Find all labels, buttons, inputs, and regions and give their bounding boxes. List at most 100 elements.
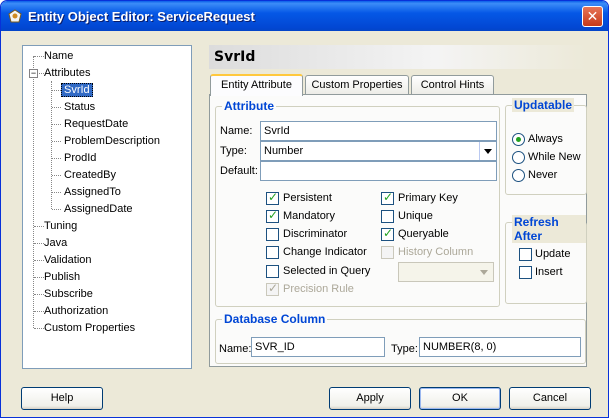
database-column-group: Database Column Name: SVR_ID Type: NUMBE… (215, 312, 586, 364)
history-column-select[interactable] (398, 262, 494, 282)
tree-item-status[interactable]: Status (64, 99, 95, 115)
queryable-checkbox[interactable] (381, 226, 394, 241)
tree-item-label: SvrId (61, 83, 93, 97)
mandatory-label: Mandatory (283, 210, 335, 222)
tree-guide (34, 311, 44, 312)
attribute-group: Attribute Name: SvrId Type: Number Defau… (215, 99, 500, 307)
column-type-field[interactable]: NUMBER(8, 0) (419, 337, 581, 357)
updatable-group-label: Updatable (512, 98, 575, 112)
tab-custom-properties[interactable]: Custom Properties (305, 75, 409, 95)
tree-item-prodid[interactable]: ProdId (64, 150, 96, 166)
help-button[interactable]: Help (21, 387, 103, 410)
name-label: Name: (220, 125, 253, 137)
unique-checkbox[interactable] (381, 210, 394, 223)
tree-item-assigneddate[interactable]: AssignedDate (64, 201, 133, 217)
change-indicator-checkbox[interactable] (266, 246, 279, 259)
change-indicator-label: Change Indicator (283, 246, 367, 258)
type-select-value: Number (264, 145, 304, 157)
never-radio[interactable] (512, 169, 525, 182)
apply-button[interactable]: Apply (329, 387, 411, 410)
selected-in-query-label: Selected in Query (283, 265, 371, 277)
tree-item-problemdescription[interactable]: ProblemDescription (64, 133, 160, 149)
tree-item-publish[interactable]: Publish (44, 269, 80, 285)
persistent-label: Persistent (283, 192, 332, 204)
updatable-group: Updatable Always While New Never (505, 98, 587, 195)
default-field[interactable] (260, 161, 497, 181)
queryable-label: Queryable (398, 228, 449, 240)
tree-guide (34, 226, 44, 227)
default-label: Default: (220, 165, 258, 177)
unique-label: Unique (398, 210, 433, 222)
column-name-label: Name: (219, 343, 252, 355)
cancel-button[interactable]: Cancel (509, 387, 591, 410)
tree-guide (52, 90, 61, 91)
tree-guide (34, 294, 44, 295)
tree-guide (34, 328, 44, 329)
tree-guide (52, 175, 61, 176)
tree-guide (52, 107, 61, 108)
database-column-group-label: Database Column (222, 312, 328, 326)
tree-item-validation[interactable]: Validation (44, 252, 92, 268)
tree-guide (34, 243, 44, 244)
tree-item-requestdate[interactable]: RequestDate (64, 116, 128, 132)
app-icon (8, 9, 22, 23)
tree-item-assignedto[interactable]: AssignedTo (64, 184, 121, 200)
column-type-label: Type: (391, 343, 418, 355)
close-button[interactable]: ✕ (582, 6, 603, 27)
persistent-checkbox[interactable] (266, 190, 279, 205)
chevron-down-icon[interactable] (479, 142, 496, 160)
discriminator-label: Discriminator (283, 228, 348, 240)
precision-rule-label: Precision Rule (283, 283, 354, 295)
primary-key-label: Primary Key (398, 192, 458, 204)
tree-item-createdby[interactable]: CreatedBy (64, 167, 116, 183)
update-label: Update (535, 248, 571, 260)
tree-item-name[interactable]: Name (44, 48, 73, 64)
tree-guide (52, 192, 61, 193)
ok-button[interactable]: OK (419, 387, 501, 410)
tree-item-subscribe[interactable]: Subscribe (44, 286, 93, 302)
insert-checkbox[interactable] (519, 266, 532, 279)
navigation-tree[interactable]: Name − Attributes SvrId Status RequestDa… (22, 45, 192, 369)
tree-item-attributes[interactable]: Attributes (44, 65, 90, 81)
tree-guide (34, 277, 44, 278)
tree-guide (52, 141, 61, 142)
tree-guide (52, 209, 61, 210)
precision-rule-checkbox[interactable] (266, 281, 279, 296)
tree-item-tuning[interactable]: Tuning (44, 218, 77, 234)
while-new-label: While New (528, 151, 581, 163)
column-name-field[interactable]: SVR_ID (251, 337, 385, 357)
discriminator-checkbox[interactable] (266, 228, 279, 241)
history-column-checkbox[interactable] (381, 246, 394, 259)
tree-item-svrid[interactable]: SvrId (61, 82, 93, 98)
tree-item-custom-properties[interactable]: Custom Properties (44, 320, 135, 336)
primary-key-checkbox[interactable] (381, 190, 394, 205)
mandatory-checkbox[interactable] (266, 208, 279, 223)
tab-entity-attribute[interactable]: Entity Attribute (210, 74, 303, 96)
page-title: SvrId (214, 49, 256, 65)
never-label: Never (528, 169, 558, 181)
page-header: SvrId (209, 45, 587, 69)
tree-guide (52, 124, 61, 125)
title-bar[interactable]: Entity Object Editor: ServiceRequest ✕ (1, 1, 608, 31)
name-field[interactable]: SvrId (260, 121, 497, 141)
tree-guide (52, 158, 61, 159)
type-select[interactable]: Number (260, 141, 497, 161)
selected-in-query-checkbox[interactable] (266, 265, 279, 278)
attribute-group-label: Attribute (222, 99, 276, 113)
tree-guide (33, 56, 34, 328)
window-title: Entity Object Editor: ServiceRequest (28, 9, 255, 24)
always-label: Always (528, 133, 563, 145)
while-new-radio[interactable] (512, 151, 525, 164)
insert-label: Insert (535, 266, 563, 278)
tree-item-authorization[interactable]: Authorization (44, 303, 108, 319)
tree-guide (34, 56, 44, 57)
dialog-window: Entity Object Editor: ServiceRequest ✕ N… (0, 0, 609, 418)
always-radio[interactable] (512, 133, 525, 146)
update-checkbox[interactable] (519, 248, 532, 261)
history-column-label: History Column (398, 246, 474, 258)
tree-item-java[interactable]: Java (44, 235, 67, 251)
tree-guide (34, 260, 44, 261)
tab-control-hints[interactable]: Control Hints (411, 75, 494, 95)
collapse-icon[interactable]: − (29, 69, 38, 78)
type-label: Type: (220, 145, 247, 157)
